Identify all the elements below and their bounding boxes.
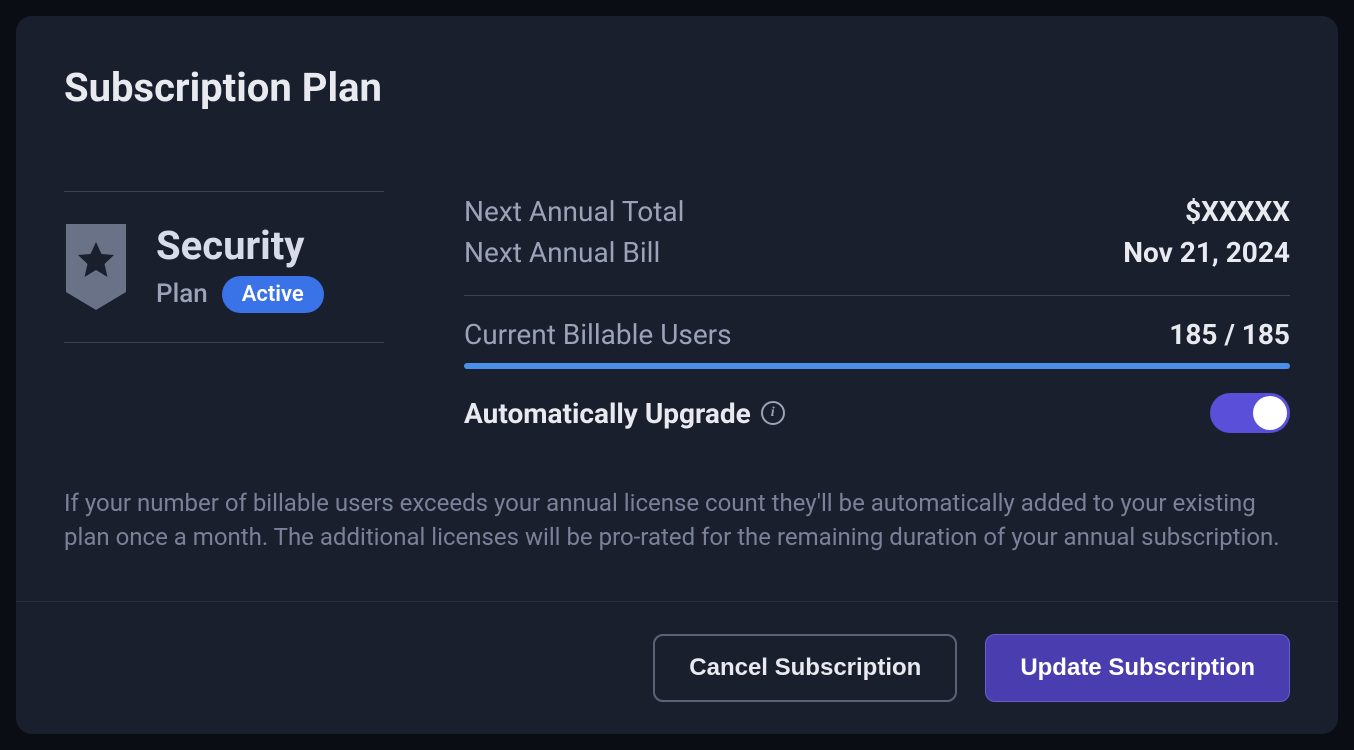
plan-column: Security Plan Active	[64, 191, 384, 433]
billing-column: Next Annual Total $XXXXX Next Annual Bil…	[464, 191, 1290, 433]
toggle-knob	[1253, 396, 1287, 430]
next-total-value: $XXXXX	[1185, 195, 1290, 228]
plan-box: Security Plan Active	[64, 191, 384, 343]
info-icon[interactable]: i	[761, 401, 785, 425]
auto-upgrade-label: Automatically Upgrade	[464, 397, 751, 430]
card-body: Subscription Plan Security	[16, 16, 1338, 601]
next-total-row: Next Annual Total $XXXXX	[464, 191, 1290, 232]
auto-upgrade-label-wrap: Automatically Upgrade i	[464, 397, 785, 430]
next-bill-value: Nov 21, 2024	[1123, 236, 1290, 269]
status-badge: Active	[222, 276, 324, 313]
next-total-label: Next Annual Total	[464, 195, 684, 228]
shield-star-icon	[64, 224, 128, 314]
users-progress-bar	[464, 363, 1290, 369]
users-value: 185 / 185	[1169, 318, 1290, 351]
users-label: Current Billable Users	[464, 318, 732, 351]
auto-upgrade-row: Automatically Upgrade i	[464, 393, 1290, 433]
next-bill-row: Next Annual Bill Nov 21, 2024	[464, 232, 1290, 273]
plan-sub-row: Plan Active	[156, 276, 324, 313]
plan-sub-label: Plan	[156, 279, 208, 309]
divider	[464, 295, 1290, 296]
next-bill-label: Next Annual Bill	[464, 236, 660, 269]
plan-name: Security	[156, 226, 324, 266]
auto-upgrade-toggle[interactable]	[1210, 393, 1290, 433]
plan-info: Security Plan Active	[156, 226, 324, 313]
main-row: Security Plan Active Next Annual Total $…	[64, 191, 1290, 433]
description-text: If your number of billable users exceeds…	[64, 487, 1290, 554]
cancel-subscription-button[interactable]: Cancel Subscription	[653, 634, 957, 702]
users-progress-fill	[464, 363, 1290, 369]
users-row: Current Billable Users 185 / 185	[464, 314, 1290, 355]
update-subscription-button[interactable]: Update Subscription	[985, 634, 1290, 702]
page-title: Subscription Plan	[64, 64, 1290, 111]
card-footer: Cancel Subscription Update Subscription	[16, 601, 1338, 734]
subscription-plan-card: Subscription Plan Security	[16, 16, 1338, 734]
